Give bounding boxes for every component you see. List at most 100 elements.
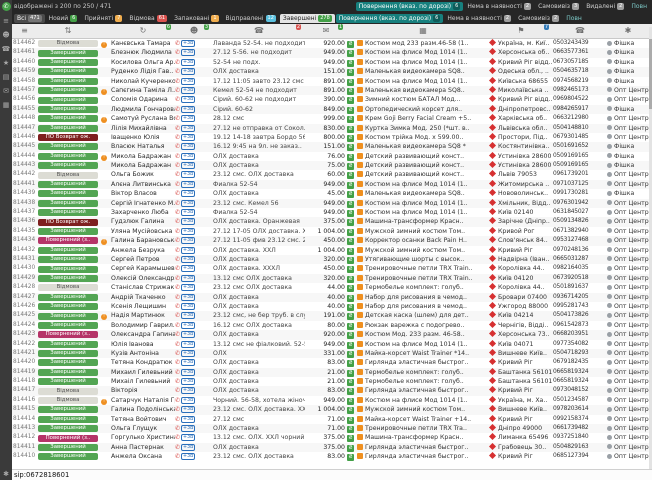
customer-name[interactable]: Микола Бадражан xyxy=(111,152,175,161)
add-call-chip[interactable]: +ЗВ xyxy=(181,406,195,413)
filter-tab[interactable]: Повернення (вказ. по дорозі) 6 xyxy=(356,2,464,11)
customer-name[interactable]: Тетяна Кондратюк xyxy=(111,358,175,367)
add-call-chip[interactable]: +ЗВ xyxy=(181,40,195,47)
customer-name[interactable]: Гудзлюк Галина xyxy=(111,217,175,226)
call-cell[interactable]: ✆+ЗВ xyxy=(175,302,213,311)
call-cell[interactable]: ✆+ЗВ xyxy=(175,77,213,86)
table-row[interactable]: 814420 Завершений ! Тетяна Кондратюк ✆+З… xyxy=(12,358,652,367)
call-cell[interactable]: ✆+ЗВ xyxy=(175,368,213,377)
table-row[interactable]: 814410 Завершений ! Анжела Оксана ✆+ЗВ 2… xyxy=(12,452,652,461)
add-call-chip[interactable]: +ЗВ xyxy=(181,87,195,94)
customer-name[interactable]: Анжела Оксана xyxy=(111,452,175,461)
table-row[interactable]: 814411 Завершений ! Анна Пастернак ✆+ЗВ … xyxy=(12,443,652,452)
filter-tab[interactable]: Повн xyxy=(563,14,585,23)
customer-name[interactable]: Олександра Гапина В.. xyxy=(111,330,175,339)
table-row[interactable]: 814436 ПО Возврат ож. ! Гудзлюк Галина ✆… xyxy=(12,217,652,226)
add-call-chip[interactable]: +ЗВ xyxy=(181,265,195,272)
call-cell[interactable]: ✆+ЗВ xyxy=(175,142,213,151)
table-row[interactable]: 814427 Завершений ! Андрій Ткаченко ✆+ЗВ… xyxy=(12,293,652,302)
add-call-chip[interactable]: +ЗВ xyxy=(181,322,195,329)
call-cell[interactable]: ✆+ЗВ xyxy=(175,255,213,264)
add-call-chip[interactable]: +ЗВ xyxy=(181,228,195,235)
table-row[interactable]: 814425 Завершений ! Надія Мартинюк ✆+ЗВ … xyxy=(12,311,652,320)
mail-icon[interactable]: ✉ xyxy=(3,88,9,95)
call-cell[interactable]: ✆+ЗВ xyxy=(175,415,213,424)
add-call-chip[interactable]: +ЗВ xyxy=(181,312,195,319)
call-cell[interactable]: ✆+ЗВ xyxy=(175,274,213,283)
clients-icon[interactable]: ☻ 3 xyxy=(175,24,213,38)
add-call-chip[interactable]: +ЗВ xyxy=(181,350,195,357)
add-call-chip[interactable]: +ЗВ xyxy=(181,284,195,291)
customer-name[interactable]: Юлія Іванова xyxy=(111,340,175,349)
customer-name[interactable]: Соломія Одарина xyxy=(111,95,175,104)
call-cell[interactable]: ✆+ЗВ xyxy=(175,396,213,405)
call-cell[interactable]: ✆+ЗВ xyxy=(175,105,213,114)
add-call-chip[interactable]: +ЗВ xyxy=(181,359,195,366)
table-row[interactable]: 814435 Завершений ! Уляна Мусійовська ✆+… xyxy=(12,227,652,236)
call-cell[interactable]: ✆+ЗВ xyxy=(175,217,213,226)
add-call-chip[interactable]: +ЗВ xyxy=(181,416,195,423)
filter-tab[interactable]: Запаковані 1 xyxy=(171,14,221,23)
customer-name[interactable]: Сатарчук Наталія Гр.. xyxy=(111,396,175,405)
add-call-chip[interactable]: +ЗВ xyxy=(181,444,195,451)
add-call-chip[interactable]: +ЗВ xyxy=(181,68,195,75)
customer-name[interactable]: Михаіл Гилевьний xyxy=(111,377,175,386)
customer-name[interactable]: Уляна Мусійовська xyxy=(111,227,175,236)
call-cell[interactable]: ✆+ЗВ xyxy=(175,208,213,217)
menu-icon[interactable]: ≡ xyxy=(12,24,37,38)
table-row[interactable]: 814416 Відмова ! Сатарчук Наталія Гр.. ✆… xyxy=(12,396,652,405)
filter-tab[interactable]: Відправлені 12 xyxy=(223,14,279,23)
add-call-chip[interactable]: +ЗВ xyxy=(181,256,195,263)
add-call-chip[interactable]: +ЗВ xyxy=(181,434,195,441)
customer-name[interactable]: Галина Барановська xyxy=(111,236,175,245)
filter-tab[interactable]: Відмова 61 xyxy=(126,14,170,23)
customer-name[interactable]: Захарченко Люба xyxy=(111,208,175,217)
table-row[interactable]: 814459 Завершений ! Руденко Лідія Гав.. … xyxy=(12,67,652,76)
table-row[interactable]: 814441 Завершений ! Алєна Литвинська ✆+З… xyxy=(12,180,652,189)
call-cell[interactable]: ✆+ЗВ xyxy=(175,114,213,123)
call-cell[interactable]: ✆+ЗВ xyxy=(175,358,213,367)
call-cell[interactable]: ✆+ЗВ xyxy=(175,283,213,292)
add-call-chip[interactable]: +ЗВ xyxy=(181,96,195,103)
add-call-chip[interactable]: +ЗВ xyxy=(181,200,195,207)
call-cell[interactable]: ✆+ЗВ xyxy=(175,39,213,48)
table-row[interactable]: 814412 Повернений (з.. ! Горгулько Христ… xyxy=(12,433,652,442)
call-cell[interactable]: ✆+ЗВ xyxy=(175,340,213,349)
add-call-chip[interactable]: +ЗВ xyxy=(181,162,195,169)
table-row[interactable]: 814424 Завершений ! Володимир Гаврил.. ✆… xyxy=(12,321,652,330)
phone-column-icon[interactable]: ☎ xyxy=(553,24,607,38)
table-row[interactable]: 814419 Завершений ! Михаил Гилевьний ✆+З… xyxy=(12,368,652,377)
delivery-column-icon[interactable]: ⚑ 7 xyxy=(489,24,553,38)
table-row[interactable]: 814457 Завершений ! Сапєгина Таміла Л.. … xyxy=(12,86,652,95)
refresh-icon[interactable]: ↻ 6 xyxy=(111,24,175,38)
call-cell[interactable]: ✆+ЗВ xyxy=(175,95,213,104)
customer-name[interactable]: Ксенія Лещишин xyxy=(111,302,175,311)
sort-icon[interactable]: ⇅ xyxy=(37,24,99,38)
table-row[interactable]: 814444 Завершений ! Микола Бадражан ✆+ЗВ… xyxy=(12,152,652,161)
table-row[interactable]: 814448 Завершений ! Самотуй Руслана Во..… xyxy=(12,114,652,123)
comments-column-icon[interactable]: ✉ 1 xyxy=(305,24,347,38)
call-cell[interactable]: ✆+ЗВ xyxy=(175,189,213,198)
table-row[interactable]: 814426 Завершений ! Ксенія Лещишин ✆+ЗВ … xyxy=(12,302,652,311)
call-cell[interactable]: ✆+ЗВ xyxy=(175,58,213,67)
menu-icon[interactable]: ≡ xyxy=(3,18,9,25)
table-row[interactable]: 814422 Завершений ! Юлія Іванова ✆+ЗВ 13… xyxy=(12,340,652,349)
add-call-chip[interactable]: +ЗВ xyxy=(181,453,195,460)
call-cell[interactable]: ✆+ЗВ xyxy=(175,67,213,76)
add-call-chip[interactable]: +ЗВ xyxy=(181,369,195,376)
table-row[interactable]: 814437 Завершений ! Захарченко Люба ✆+ЗВ… xyxy=(12,208,652,217)
orders-icon[interactable]: ▤ xyxy=(3,74,10,81)
call-cell[interactable]: ✆+ЗВ xyxy=(175,124,213,133)
filter-tab[interactable]: Видалені 2 xyxy=(583,2,627,11)
table-row[interactable]: 814443 Завершений ! Микола Бадражан ✆+ЗВ… xyxy=(12,161,652,170)
add-call-chip[interactable]: +ЗВ xyxy=(181,294,195,301)
customer-name[interactable]: Сергій Ігнатенко М.. xyxy=(111,199,175,208)
filter-tab[interactable]: Повернення (вказ. по дорозі) 6 xyxy=(336,14,444,23)
customer-name[interactable]: Ольга Божик xyxy=(111,170,175,179)
add-call-chip[interactable]: +ЗВ xyxy=(181,247,195,254)
table-row[interactable]: 814446 ПО Возврат ож. ! Іващенко Юлія ✆+… xyxy=(12,133,652,142)
add-call-chip[interactable]: +ЗВ xyxy=(181,78,195,85)
table-row[interactable]: 814445 Завершений ! Власюк Наталья ✆+ЗВ … xyxy=(12,142,652,151)
table-row[interactable]: 814432 Завершений ! Анжела Безрука ✆+ЗВ … xyxy=(12,246,652,255)
table-row[interactable]: 814429 Завершений ! Олексій Олександр.. … xyxy=(12,274,652,283)
